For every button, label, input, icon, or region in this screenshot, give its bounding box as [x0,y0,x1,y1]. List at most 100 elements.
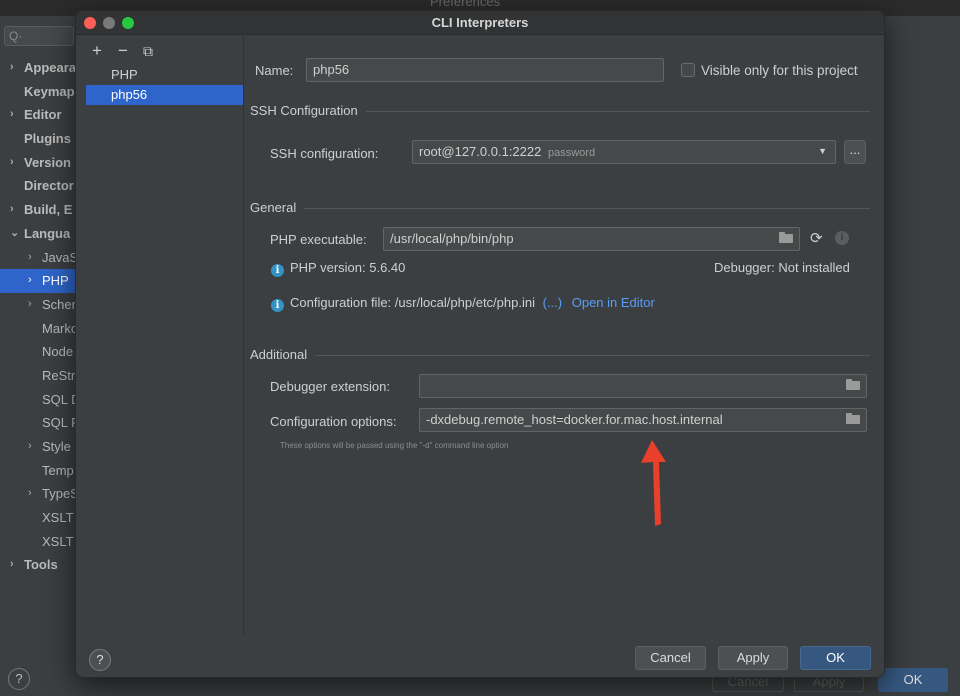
settings-tree-item[interactable]: › JavaS [0,246,80,270]
ssh-auth-type: password [547,147,596,159]
settings-tree-item[interactable]: Plugins [0,127,80,151]
settings-tree-item[interactable]: SQL D [0,388,81,412]
settings-tree-item[interactable]: › Style [0,435,80,459]
interpreter-toolbar: + − ⧉ [76,35,243,65]
chevron-right-icon[interactable]: › [10,198,14,222]
background-ok-button[interactable]: OK [878,668,948,692]
folder-icon[interactable] [846,413,860,424]
php-executable-field[interactable]: /usr/local/php/bin/php [383,227,800,251]
debugger-status: Debugger: Not installed [714,260,850,275]
php-version-row: i PHP version: 5.6.40 [271,260,405,277]
info-icon[interactable]: i [835,231,849,245]
interpreter-list-item[interactable]: php56 [86,85,243,105]
cli-interpreters-dialog: CLI Interpreters + − ⧉ PHP php56 Name: ph… [75,10,885,678]
settings-tree-item[interactable]: › TypeS [0,482,80,506]
settings-tree-label: ReStr [42,367,76,383]
search-input[interactable]: Q· [4,26,74,46]
chevron-right-icon[interactable]: › [28,246,32,270]
chevron-right-icon[interactable]: › [28,435,32,459]
settings-tree-item[interactable]: Keymap [0,80,80,104]
configuration-options-value: -dxdebug.remote_host=docker.for.mac.host… [426,412,723,427]
php-executable-value: /usr/local/php/bin/php [390,231,514,246]
settings-tree-label: TypeS [42,486,79,502]
configuration-options-label: Configuration options: [270,414,397,429]
settings-tree-item[interactable]: SQL R [0,411,81,435]
interpreter-list: PHP php56 [76,65,243,105]
settings-tree-item[interactable]: ReStr [0,364,80,388]
chevron-right-icon[interactable]: › [28,269,32,293]
chevron-down-icon[interactable]: ⌄ [10,222,19,246]
settings-tree: › Appearan Keymap › Editor Plugins › Version Dir… [0,56,84,577]
chevron-right-icon[interactable]: › [10,553,14,577]
chevron-right-icon[interactable]: › [28,293,32,317]
debugger-extension-label: Debugger extension: [270,379,390,394]
settings-tree-item[interactable]: › Version [0,151,80,175]
settings-tree-item[interactable]: Director [0,174,80,198]
chevron-right-icon[interactable]: › [10,151,14,175]
settings-tree-label: Editor [24,107,62,123]
refresh-icon[interactable]: ⟳ [810,229,823,247]
add-icon[interactable]: + [92,41,102,61]
interpreter-list-item[interactable]: PHP [76,65,243,85]
config-file-row: i Configuration file: /usr/local/php/etc/… [271,295,655,312]
help-button[interactable]: ? [89,649,111,671]
settings-tree-label: Build, E [24,202,73,218]
settings-tree-label: Scher [42,296,76,312]
chevron-right-icon[interactable]: › [10,56,14,80]
settings-tree-item[interactable]: › Scher [0,293,80,317]
settings-tree-item[interactable]: › Tools [0,553,80,577]
ssh-configuration-select[interactable]: root@127.0.0.1:2222 password ▼ [412,140,836,164]
info-icon: i [271,264,284,277]
settings-tree-label: Version [24,154,71,170]
dialog-titlebar: CLI Interpreters [76,11,884,35]
additional-section-title: Additional [250,347,316,362]
divider [250,208,870,209]
settings-tree-label: Director [24,178,74,194]
copy-icon[interactable]: ⧉ [143,43,153,60]
settings-tree-label: XSLT [42,510,74,526]
interpreter-list-pane: + − ⧉ PHP php56 [76,35,244,635]
settings-tree-item[interactable]: › PHP [0,269,80,293]
settings-tree-item[interactable]: XSLT [0,506,80,530]
cancel-button[interactable]: Cancel [635,646,706,670]
chevron-right-icon[interactable]: › [28,482,32,506]
visible-only-checkbox[interactable] [681,63,695,77]
info-icon: i [271,299,284,312]
ok-button[interactable]: OK [800,646,871,670]
name-field[interactable]: php56 [306,58,664,82]
ssh-section: SSH Configuration [250,103,870,119]
config-file-text: Configuration file: /usr/local/php/etc/p… [290,295,535,310]
settings-tree-item[interactable]: Marko [0,317,80,341]
settings-tree-item[interactable]: › Editor [0,103,80,127]
background-right-panel [884,50,960,650]
settings-tree-label: Style [42,439,71,454]
settings-tree-item[interactable]: Node [0,340,80,364]
visible-only-label: Visible only for this project [701,63,858,78]
settings-tree-item[interactable]: ⌄ Langua [0,222,80,246]
settings-tree-label: PHP [42,273,69,289]
interpreter-settings: Name: php56 Visible only for this projec… [250,35,870,635]
settings-tree-label: Plugins [24,131,71,147]
folder-icon[interactable] [779,232,793,243]
settings-tree-label: XSLT [42,533,74,549]
debugger-extension-field[interactable] [419,374,867,398]
settings-tree-label: Node [42,344,74,360]
remove-icon[interactable]: − [118,41,128,61]
configuration-options-field[interactable]: -dxdebug.remote_host=docker.for.mac.host… [419,408,867,432]
settings-tree-item[interactable]: XSLT [0,530,80,554]
config-file-more-link[interactable]: (...) [543,295,563,310]
background-help-button[interactable]: ? [8,668,30,690]
chevron-right-icon[interactable]: › [10,103,14,127]
general-section: General [250,200,870,216]
name-label: Name: [255,63,294,78]
settings-tree-item[interactable]: Temp [0,459,80,483]
settings-tree-label: Keymap [24,83,75,99]
ssh-more-button[interactable]: ... [844,140,866,164]
settings-tree-item[interactable]: › Build, E [0,198,80,222]
settings-tree-item[interactable]: › Appearan [0,56,84,80]
folder-icon[interactable] [846,379,860,390]
open-in-editor-link[interactable]: Open in Editor [572,295,655,310]
apply-button[interactable]: Apply [718,646,788,670]
additional-section: Additional [250,347,870,363]
general-section-title: General [250,200,305,215]
